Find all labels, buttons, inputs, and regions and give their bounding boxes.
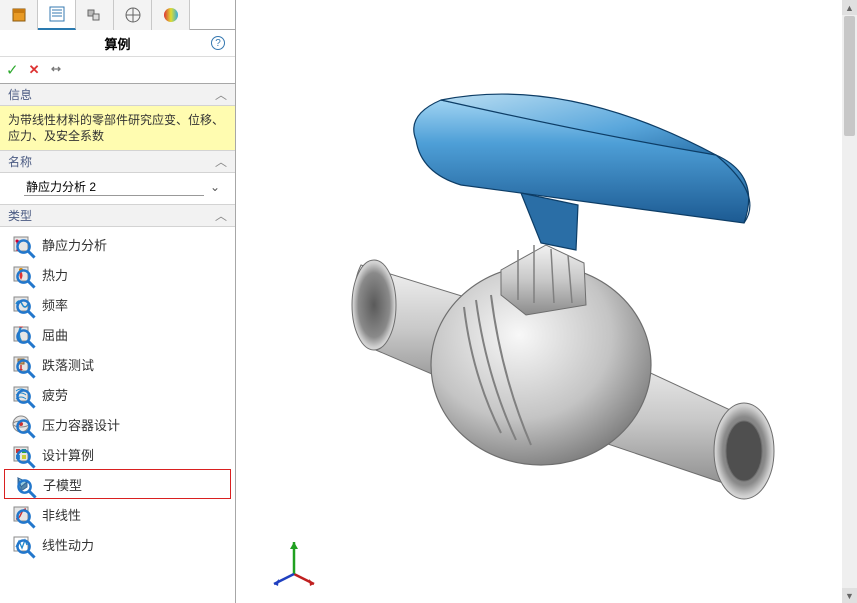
study-type-buckling[interactable]: 屈曲 <box>4 319 231 349</box>
study-type-pressure[interactable]: 压力容器设计 <box>4 409 231 439</box>
tab-config-manager[interactable] <box>76 0 114 30</box>
study-type-lineardyn[interactable]: 线性动力 <box>4 529 231 559</box>
study-type-fatigue[interactable]: 疲劳 <box>4 379 231 409</box>
study-type-thermal[interactable]: 热力 <box>4 259 231 289</box>
pin-button[interactable] <box>49 62 63 79</box>
study-type-drop[interactable]: 跌落测试 <box>4 349 231 379</box>
section-name-header[interactable]: 名称 ︿ <box>0 151 235 173</box>
feature-manager-sidebar: 算例 ? ✓ ✕ 信息 ︿ 为带线性材料的零部件研究应变、位移、应力、及安全系数… <box>0 0 236 603</box>
study-type-label: 设计算例 <box>42 445 94 464</box>
scroll-thumb[interactable] <box>844 16 855 136</box>
tab-feature-tree[interactable] <box>0 0 38 30</box>
cancel-button[interactable]: ✕ <box>29 62 40 78</box>
panel-title: 算例 <box>104 34 130 53</box>
tab-property-manager[interactable] <box>38 0 76 30</box>
study-type-label: 热力 <box>42 265 68 284</box>
study-type-submodel[interactable]: 子模型 <box>4 469 231 499</box>
help-icon[interactable]: ? <box>211 36 225 50</box>
study-type-label: 压力容器设计 <box>42 415 120 434</box>
study-type-list: 静应力分析热力频率屈曲跌落测试疲劳压力容器设计设计算例子模型非线性线性动力 <box>0 227 235 603</box>
chevron-up-icon: ︿ <box>215 86 227 103</box>
freq-icon <box>10 293 32 315</box>
info-body: 为带线性材料的零部件研究应变、位移、应力、及安全系数 <box>0 106 235 151</box>
tab-dimxpert[interactable] <box>114 0 152 30</box>
design-icon <box>10 443 32 465</box>
nonlinear-icon <box>10 503 32 525</box>
tab-display-manager[interactable] <box>152 0 190 30</box>
chevron-up-icon: ︿ <box>215 207 227 224</box>
section-info-header[interactable]: 信息 ︿ <box>0 84 235 106</box>
scroll-down-arrow[interactable]: ▼ <box>842 588 857 603</box>
static-icon <box>10 233 32 255</box>
study-type-freq[interactable]: 频率 <box>4 289 231 319</box>
chevron-up-icon: ︿ <box>215 153 227 170</box>
fatigue-icon <box>10 383 32 405</box>
study-type-nonlinear[interactable]: 非线性 <box>4 499 231 529</box>
command-row: ✓ ✕ <box>0 56 235 84</box>
section-name-label: 名称 <box>8 153 32 170</box>
study-type-label: 跌落测试 <box>42 355 94 374</box>
ok-button[interactable]: ✓ <box>6 61 19 79</box>
pressure-icon <box>10 413 32 435</box>
submodel-icon <box>11 473 33 495</box>
study-type-label: 屈曲 <box>42 325 68 344</box>
ball-valve-model[interactable] <box>286 45 846 568</box>
study-type-static[interactable]: 静应力分析 <box>4 229 231 259</box>
drop-icon <box>10 353 32 375</box>
study-type-label: 线性动力 <box>42 535 94 554</box>
caret-down-icon[interactable]: ⌄ <box>210 180 220 194</box>
study-type-label: 子模型 <box>43 475 82 494</box>
study-type-design[interactable]: 设计算例 <box>4 439 231 469</box>
lineardyn-icon <box>10 533 32 555</box>
scroll-up-arrow[interactable]: ▲ <box>842 0 857 15</box>
study-type-label: 疲劳 <box>42 385 68 404</box>
study-type-label: 频率 <box>42 295 68 314</box>
buckling-icon <box>10 323 32 345</box>
study-name-input[interactable] <box>24 177 204 196</box>
3d-viewport[interactable]: ▲ ▼ <box>236 0 857 603</box>
study-type-label: 静应力分析 <box>42 235 107 254</box>
section-type-header[interactable]: 类型 ︿ <box>0 205 235 227</box>
study-type-label: 非线性 <box>42 505 81 524</box>
panel-tabs <box>0 0 235 30</box>
section-info-label: 信息 <box>8 86 32 103</box>
orientation-triad[interactable] <box>266 534 322 593</box>
vertical-scrollbar[interactable]: ▲ ▼ <box>842 0 857 603</box>
panel-title-row: 算例 ? <box>0 30 235 56</box>
name-body: ⌄ <box>0 173 235 205</box>
thermal-icon <box>10 263 32 285</box>
section-type-label: 类型 <box>8 207 32 224</box>
